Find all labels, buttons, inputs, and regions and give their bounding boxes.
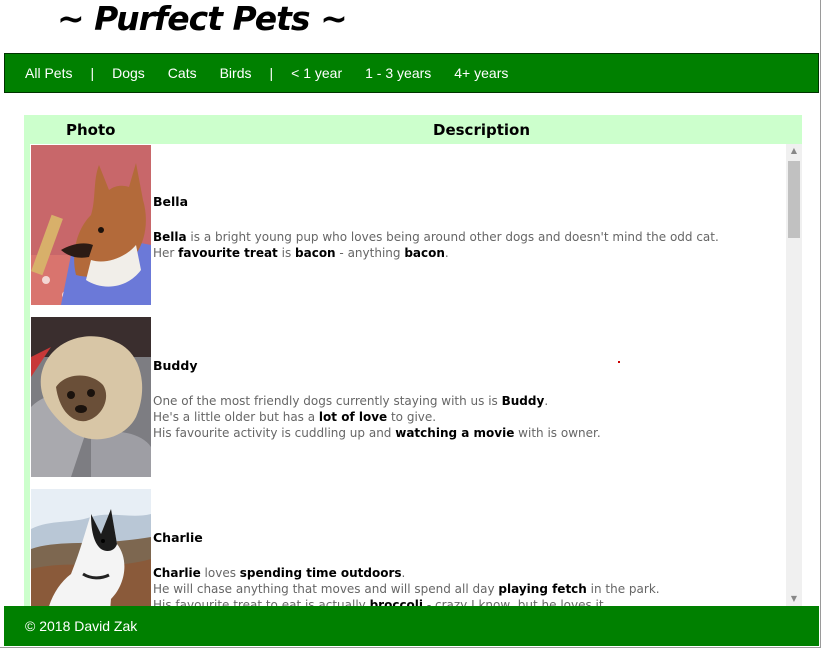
nav-all-pets[interactable]: All Pets: [25, 65, 72, 81]
description-text: One of the most friendly dogs currently …: [153, 394, 502, 408]
description-text: He will chase anything that moves and wi…: [153, 582, 499, 596]
nav-dogs[interactable]: Dogs: [112, 65, 145, 81]
emphasis-text: Buddy: [501, 394, 545, 408]
description-text: His favourite treat to eat is actually: [153, 598, 370, 606]
description-text: is: [277, 246, 296, 260]
column-header-photo: Photo: [66, 121, 116, 139]
nav-birds[interactable]: Birds: [220, 65, 252, 81]
emphasis-text: playing fetch: [498, 582, 587, 596]
pet-name: Charlie: [153, 530, 203, 545]
scrollbar-thumb[interactable]: [788, 161, 800, 238]
nav-age-under-1[interactable]: < 1 year: [291, 65, 342, 81]
emphasis-text: lot of love: [318, 410, 388, 424]
nav-cats[interactable]: Cats: [168, 65, 197, 81]
pet-name: Buddy: [153, 358, 198, 373]
description-text: - crazy I know, but he loves it.: [423, 598, 608, 606]
pet-description-line: He will chase anything that moves and wi…: [153, 581, 660, 597]
pet-description-line: One of the most friendly dogs currently …: [153, 393, 548, 409]
pet-description-line: Her favourite treat is bacon - anything …: [153, 245, 449, 261]
description-text: Her: [153, 246, 179, 260]
nav-age-1-3[interactable]: 1 - 3 years: [365, 65, 431, 81]
description-text: - anything: [335, 246, 405, 260]
nav-age-4-plus[interactable]: 4+ years: [454, 65, 508, 81]
pet-description-line: Bella is a bright young pup who loves be…: [153, 229, 719, 245]
column-header-description: Description: [433, 121, 531, 139]
description-text: His favourite activity is cuddling up an…: [153, 426, 396, 440]
emphasis-text: Bella: [153, 230, 187, 244]
pets-table: Photo Description Bella Bella is a brigh…: [24, 115, 802, 606]
description-text: .: [444, 246, 449, 260]
scroll-up-arrow-icon[interactable]: ▲: [786, 144, 802, 158]
nav-separator: |: [90, 65, 95, 81]
copyright-text: © 2018 David Zak: [25, 618, 138, 634]
emphasis-text: bacon: [295, 246, 336, 260]
description-text: to give.: [387, 410, 437, 424]
description-text: loves: [200, 566, 240, 580]
site-footer: © 2018 David Zak: [4, 606, 819, 646]
table-row: Charlie Charlie loves spending time outd…: [30, 488, 786, 606]
description-text: is a bright young pup who loves being ar…: [186, 230, 719, 244]
emphasis-text: spending time outdoors: [239, 566, 402, 580]
table-body[interactable]: Bella Bella is a bright young pup who lo…: [30, 144, 786, 606]
description-text: with is owner.: [514, 426, 601, 440]
pet-photo-bella: [31, 145, 151, 305]
description-text: in the park.: [586, 582, 660, 596]
table-row: Buddy One of the most friendly dogs curr…: [30, 316, 786, 478]
emphasis-text: Charlie: [153, 566, 201, 580]
main-nav: All Pets | Dogs Cats Birds | < 1 year 1 …: [4, 53, 819, 93]
emphasis-text: favourite treat: [178, 246, 278, 260]
scroll-down-arrow-icon[interactable]: ▼: [786, 592, 802, 606]
vertical-scrollbar[interactable]: ▲ ▼: [786, 144, 802, 606]
pet-name: Bella: [153, 194, 189, 209]
site-title: ~ Purfect Pets ~: [57, 0, 348, 38]
pet-description-line: His favourite treat to eat is actually b…: [153, 597, 607, 606]
emphasis-text: watching a movie: [395, 426, 515, 440]
description-text: .: [401, 566, 406, 580]
description-text: .: [544, 394, 549, 408]
emphasis-text: bacon: [404, 246, 445, 260]
stray-pixel: [618, 361, 620, 363]
description-text: He's a little older but has a: [153, 410, 319, 424]
table-header: Photo Description: [24, 115, 802, 144]
pet-description-line: He's a little older but has a lot of lov…: [153, 409, 436, 425]
table-row: Bella Bella is a bright young pup who lo…: [30, 144, 786, 306]
nav-separator: |: [269, 65, 274, 81]
pet-photo-charlie: [31, 489, 151, 606]
emphasis-text: broccoli: [369, 598, 424, 606]
pet-photo-buddy: [31, 317, 151, 477]
pet-description-line: Charlie loves spending time outdoors.: [153, 565, 405, 581]
pet-description-line: His favourite activity is cuddling up an…: [153, 425, 601, 441]
